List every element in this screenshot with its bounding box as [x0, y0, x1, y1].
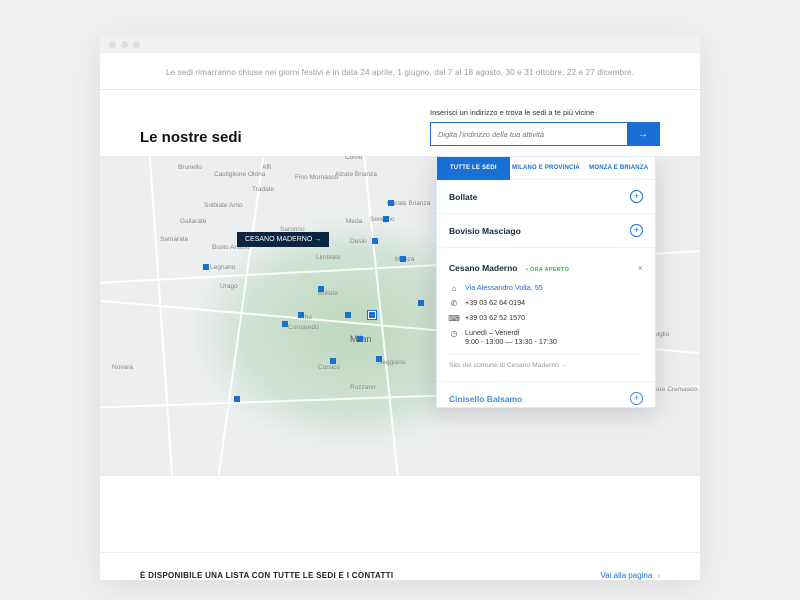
- site-link-text: Sito del comune di Cesano Maderno →: [449, 362, 568, 369]
- location-name: Cesano Maderno: [449, 263, 518, 273]
- map[interactable]: Milan Bergamo Novara Monza Rozzano Corsi…: [100, 156, 700, 476]
- address-text: Via Alessandro Volta, 55: [465, 283, 543, 292]
- map-marker[interactable]: [372, 238, 378, 244]
- window-dot: [109, 41, 116, 48]
- map-marker[interactable]: [345, 312, 351, 318]
- window-dot: [121, 41, 128, 48]
- page-header: Le nostre sedi Inserisci un indirizzo e …: [100, 90, 700, 156]
- map-city-label: Brunello: [178, 164, 202, 171]
- map-city-label: Limbiate: [316, 254, 341, 261]
- map-city-label: Solbiate Arno: [204, 202, 243, 209]
- search-label: Inserisci un indirizzo e trova le sedi a…: [430, 108, 660, 117]
- home-icon: ⌂: [449, 283, 459, 293]
- map-marker[interactable]: [357, 336, 363, 342]
- phone-icon: ✆: [449, 298, 459, 308]
- expand-icon[interactable]: +: [630, 392, 643, 405]
- location-name: Bovisio Masciago: [449, 226, 521, 236]
- map-city-label: Affi: [262, 164, 271, 171]
- clock-icon: ◷: [449, 328, 459, 338]
- map-city-label: Tradate: [252, 186, 274, 193]
- map-city-label: Desio: [350, 238, 367, 245]
- map-city-label: Gallarate: [180, 218, 206, 225]
- search-input[interactable]: [431, 123, 627, 145]
- map-city-label: Samarate: [160, 236, 188, 243]
- map-marker[interactable]: [282, 321, 288, 327]
- map-city-label: Fino Mornasco: [295, 174, 338, 181]
- chevron-right-icon: ›: [657, 571, 660, 580]
- location-row[interactable]: Cinisello Balsamo +: [437, 382, 655, 407]
- map-marker[interactable]: [234, 396, 240, 402]
- panel-tabs: TUTTE LE SEDI MILANO E PROVINCIA MONZA E…: [437, 157, 655, 180]
- expand-icon[interactable]: +: [630, 224, 643, 237]
- footer-link[interactable]: Vai alla pagina›: [600, 571, 660, 580]
- map-city-label: Seggiano: [378, 359, 405, 366]
- search-button[interactable]: →: [627, 123, 659, 145]
- map-city-label: Cornaredo: [288, 324, 319, 331]
- expand-icon[interactable]: +: [630, 190, 643, 203]
- hours-text: Lunedì – Venerdì 9:00 - 13:00 — 13:30 - …: [465, 328, 557, 346]
- map-marker[interactable]: [376, 356, 382, 362]
- window-dot: [133, 41, 140, 48]
- map-marker[interactable]: [383, 216, 389, 222]
- notice-bar: Le sedi rimarranno chiuse nei giorni fes…: [100, 53, 700, 90]
- fax-icon: ⌨: [449, 313, 459, 323]
- map-marker-selected[interactable]: [368, 311, 376, 319]
- fax-line: ⌨ +39 03 62 52 1570: [449, 313, 643, 323]
- map-city-label: Corsico: [318, 364, 340, 371]
- browser-chrome: [100, 35, 700, 53]
- map-city-label: Legnano: [210, 264, 235, 271]
- footer-text: È DISPONIBILE UNA LISTA CON TUTTE LE SED…: [140, 571, 393, 580]
- status-badge: • ORA APERTO: [526, 267, 569, 273]
- hours-line: ◷ Lunedì – Venerdì 9:00 - 13:00 — 13:30 …: [449, 328, 643, 346]
- map-city-label: Urago: [220, 283, 238, 290]
- map-city-label: Castiglione Olona: [214, 171, 265, 178]
- close-icon[interactable]: ×: [638, 263, 643, 273]
- map-marker[interactable]: [400, 256, 406, 262]
- map-city-label: Rozzano: [350, 384, 376, 391]
- notice-text: Le sedi rimarranno chiuse nei giorni fes…: [130, 68, 670, 77]
- address-line: ⌂ Via Alessandro Volta, 55: [449, 283, 643, 293]
- browser-window: Le sedi rimarranno chiuse nei giorni fes…: [100, 35, 700, 580]
- page-title: Le nostre sedi: [140, 129, 242, 146]
- tab-monza[interactable]: MONZA E BRIANZA: [582, 157, 655, 180]
- location-row[interactable]: Bollate +: [437, 180, 655, 214]
- map-tooltip[interactable]: CESANO MADERNO →: [237, 232, 329, 247]
- tab-all[interactable]: TUTTE LE SEDI: [437, 157, 510, 180]
- location-name: Cinisello Balsamo: [449, 394, 522, 404]
- location-row[interactable]: Bovisio Masciago +: [437, 214, 655, 248]
- site-link[interactable]: Sito del comune di Cesano Maderno →: [449, 354, 643, 371]
- page-footer: È DISPONIBILE UNA LISTA CON TUTTE LE SED…: [100, 552, 700, 580]
- arrow-right-icon: →: [638, 129, 648, 140]
- map-city-label: Como: [345, 156, 362, 161]
- search-container: Inserisci un indirizzo e trova le sedi a…: [430, 108, 660, 146]
- map-marker[interactable]: [318, 286, 324, 292]
- map-marker[interactable]: [418, 300, 424, 306]
- phone-line: ✆ +39 03 62 64 0194: [449, 298, 643, 308]
- location-name: Bollate: [449, 192, 477, 202]
- phone-text: +39 03 62 64 0194: [465, 298, 525, 307]
- map-city-label: Meda: [346, 218, 362, 225]
- map-marker[interactable]: [388, 200, 394, 206]
- location-expanded: Cesano Maderno • ORA APERTO × ⌂ Via Ales…: [437, 248, 655, 382]
- map-marker[interactable]: [298, 312, 304, 318]
- fax-text: +39 03 62 52 1570: [465, 313, 525, 322]
- location-panel: TUTTE LE SEDI MILANO E PROVINCIA MONZA E…: [436, 156, 656, 408]
- search-box: →: [430, 122, 660, 146]
- map-marker[interactable]: [203, 264, 209, 270]
- tab-milano[interactable]: MILANO E PROVINCIA: [510, 157, 583, 180]
- map-city-label: Alzate Brianza: [335, 171, 377, 178]
- map-marker[interactable]: [330, 358, 336, 364]
- map-city-label: Novara: [112, 364, 133, 371]
